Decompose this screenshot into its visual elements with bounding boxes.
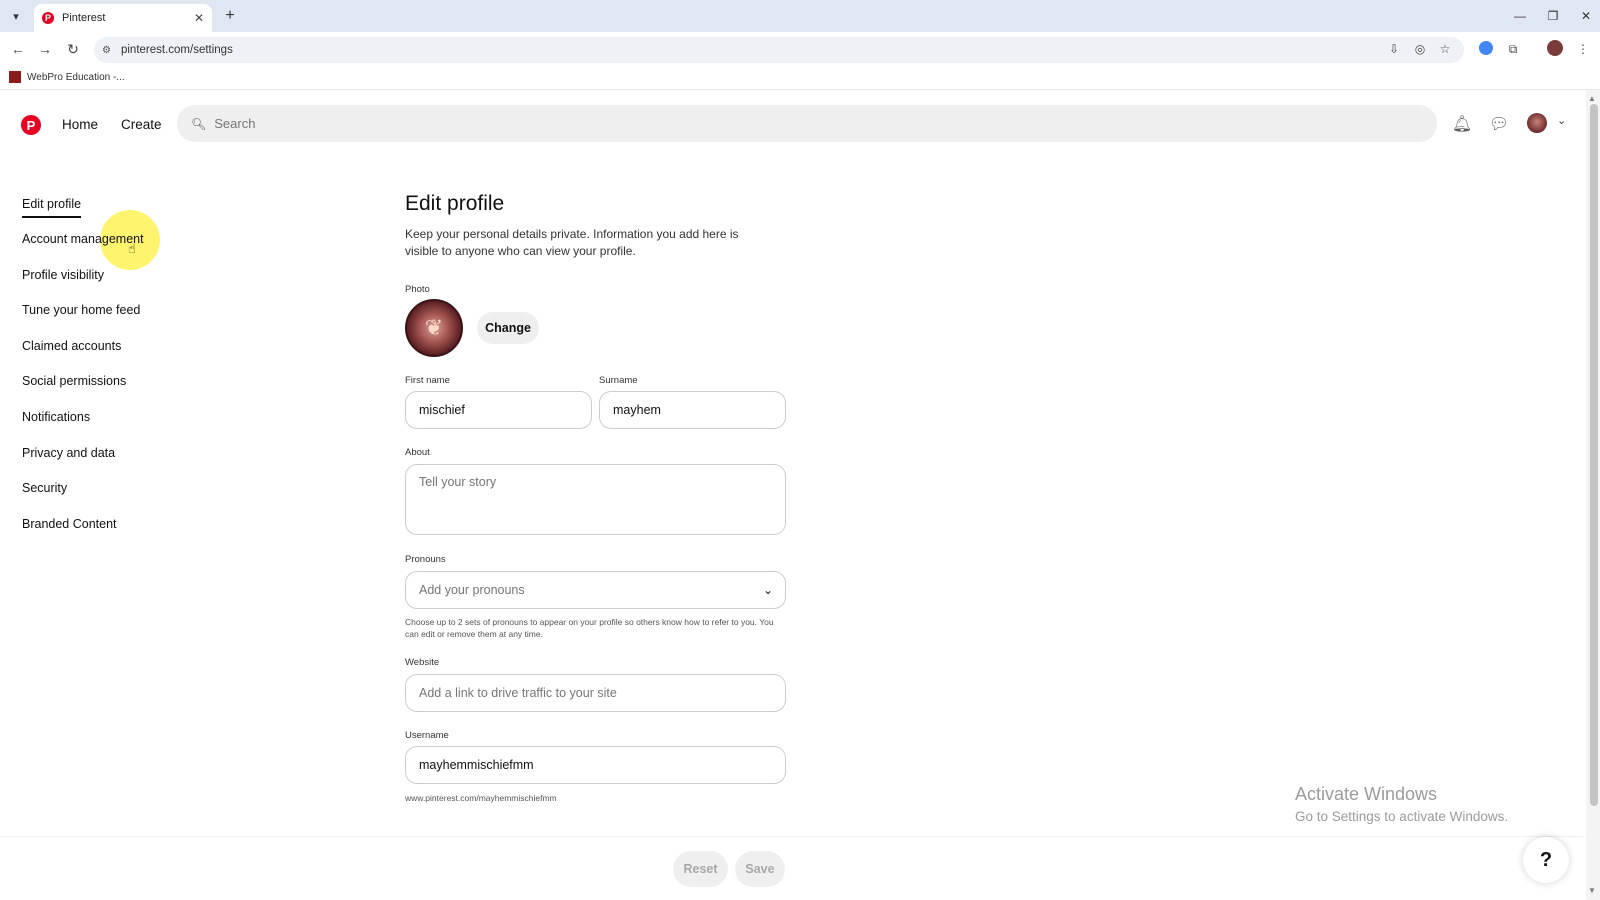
first-name-value: mischief [419,403,465,417]
chevron-down-icon: ⌄ [762,583,773,597]
save-button[interactable]: Save [735,851,785,887]
site-info-icon[interactable]: ⚙ [102,45,111,56]
address-bar[interactable]: ⚙ pinterest.com/settings [94,37,1464,63]
pronouns-placeholder: Add your pronouns [419,583,525,597]
chat-bubble-icon[interactable]: 💬︎ [1487,112,1511,136]
tab-title: Pinterest [62,12,106,24]
sidebar-item-social-permissions[interactable]: Social permissions [22,374,126,388]
eye-slash-icon[interactable]: ◎ [1412,41,1428,57]
activate-windows-title: Activate Windows [1295,784,1438,804]
change-photo-button[interactable]: Change [477,312,539,344]
minimize-icon[interactable]: — [1510,6,1530,26]
browser-menu-icon[interactable]: ⋮ [1575,41,1591,57]
back-arrow-icon[interactable]: ← [8,39,28,59]
sidebar-item-privacy-data[interactable]: Privacy and data [22,446,115,460]
help-button[interactable]: ? [1523,837,1569,883]
profile-url: www.pinterest.com/mayhemmischiefmm [405,793,557,803]
extensions-icon[interactable]: ⧉ [1505,41,1521,57]
pronouns-select[interactable]: Add your pronouns ⌄ [405,571,786,609]
chevron-down-icon[interactable]: ⌄ [1557,114,1566,127]
activate-windows-subtitle: Go to Settings to activate Windows. [1295,809,1509,824]
sidebar-item-notifications[interactable]: Notifications [22,410,90,424]
url-text: pinterest.com/settings [120,44,233,56]
bell-icon[interactable]: 🔔︎ [1450,112,1474,136]
restore-icon[interactable]: ❐ [1543,6,1563,26]
bottom-action-bar [0,836,1585,898]
close-tab-icon[interactable]: ✕ [194,11,204,25]
username-label: Username [405,730,449,741]
about-placeholder: Tell your story [419,475,497,489]
nav-home[interactable]: Home [62,117,98,132]
first-name-field[interactable]: mischief [405,391,592,429]
scroll-down-icon[interactable]: ▼ [1588,886,1596,895]
surname-value: mayhem [613,403,661,417]
scrollbar-thumb[interactable] [1590,104,1598,806]
browser-profile-avatar[interactable] [1547,40,1563,56]
search-icon: 🔍︎ [191,116,207,131]
pronouns-hint: Choose up to 2 sets of pronouns to appea… [405,617,774,639]
extension-icon[interactable] [1479,41,1493,55]
pinterest-header: P Home Create 🔍︎ Search 🔔︎ 💬︎ ⌄ [0,90,1585,160]
reload-icon[interactable]: ↻ [63,39,83,59]
page-title: Edit profile [405,192,505,215]
sidebar-item-security[interactable]: Security [22,481,67,495]
mouse-pointer-icon: ☝︎ [128,241,136,256]
tab-list-icon[interactable]: ▾ [6,6,26,26]
surname-label: Surname [599,375,638,386]
profile-avatar[interactable] [1527,113,1547,133]
website-placeholder: Add a link to drive traffic to your site [419,686,617,700]
website-field[interactable]: Add a link to drive traffic to your site [405,674,786,712]
bookmark-favicon-icon [9,71,21,83]
pinterest-favicon-icon: P [42,12,54,24]
about-label: About [405,447,430,458]
close-window-icon[interactable]: ✕ [1576,6,1596,26]
bookmark-star-icon[interactable]: ☆ [1437,41,1453,57]
photo-label: Photo [405,284,430,295]
nav-create[interactable]: Create [121,117,162,132]
forward-arrow-icon[interactable]: → [35,39,55,59]
pinterest-logo-icon[interactable]: P [21,115,41,135]
sidebar-item-branded-content[interactable]: Branded Content [22,517,117,531]
sidebar-item-tune-home-feed[interactable]: Tune your home feed [22,303,140,317]
page-description: Keep your personal details private. Info… [405,227,739,258]
activate-windows-watermark: Activate Windows Go to Settings to activ… [1295,784,1508,824]
new-tab-button[interactable]: + [220,6,240,26]
sidebar-item-claimed-accounts[interactable]: Claimed accounts [22,339,121,353]
browser-toolbar: ← → ↻ ⚙ pinterest.com/settings ⇩ ◎ ☆ ⧉ ⋮ [0,32,1600,66]
username-field[interactable]: mayhemmischiefmm [405,746,786,784]
pronouns-label: Pronouns [405,554,446,565]
sidebar-item-profile-visibility[interactable]: Profile visibility [22,268,104,282]
profile-photo: ❦ [405,299,463,357]
browser-tab[interactable]: P Pinterest ✕ [34,4,212,32]
browser-tab-bar: ▾ P Pinterest ✕ + — ❐ ✕ [0,0,1600,32]
bookmark-label: WebPro Education -... [27,71,125,83]
sidebar-item-account-management[interactable]: Account management [22,232,144,246]
first-name-label: First name [405,375,450,386]
bookmark-webpro[interactable]: WebPro Education -... [9,71,125,83]
search-placeholder: Search [214,116,256,131]
sidebar-item-edit-profile[interactable]: Edit profile [22,197,82,218]
scroll-up-icon[interactable]: ▲ [1588,94,1596,103]
install-app-icon[interactable]: ⇩ [1386,41,1402,57]
username-value: mayhemmischiefmm [419,758,534,772]
search-input[interactable]: 🔍︎ Search [177,105,1437,142]
reset-button[interactable]: Reset [673,851,728,887]
bookmarks-bar: WebPro Education -... [0,66,1600,90]
website-label: Website [405,657,440,668]
about-textarea[interactable]: Tell your story [405,464,786,535]
surname-field[interactable]: mayhem [599,391,786,429]
